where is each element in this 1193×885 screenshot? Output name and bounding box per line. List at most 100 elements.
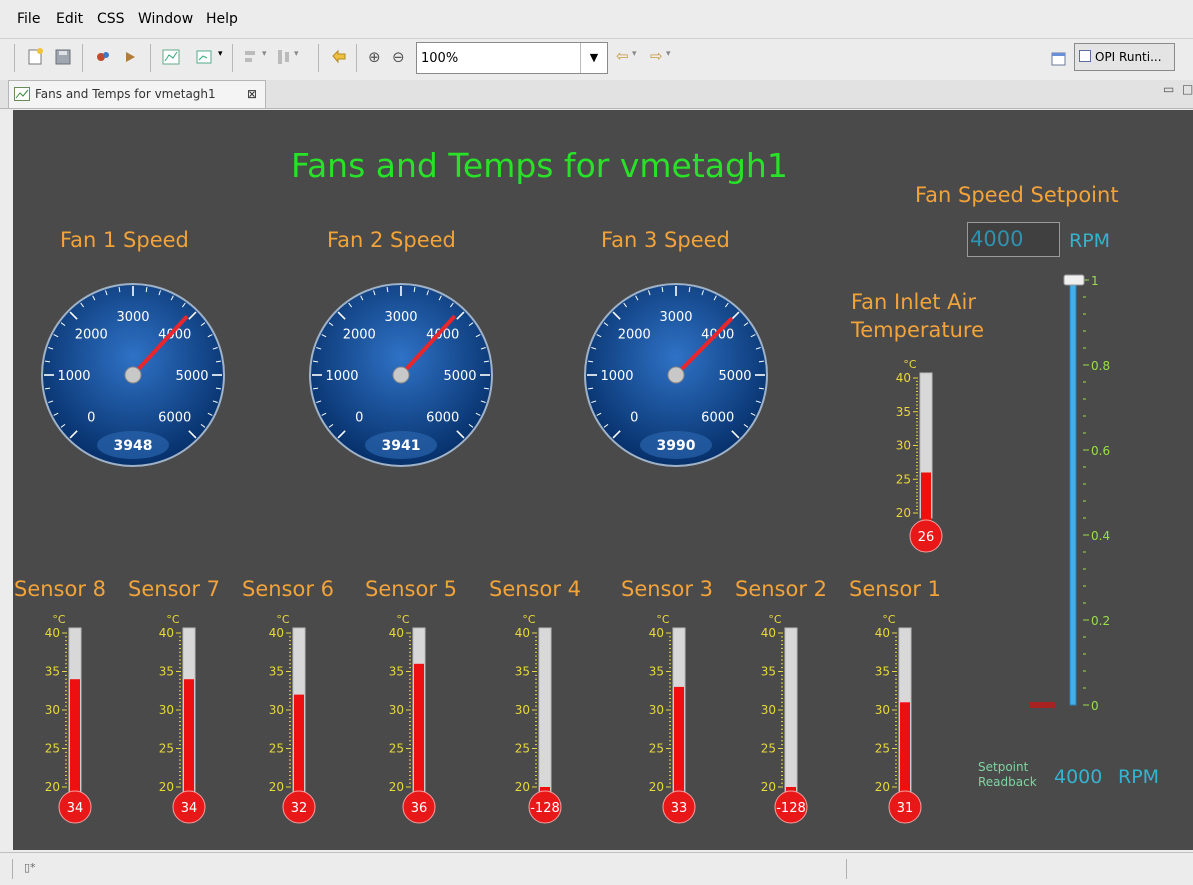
fan-3-gauge: 01000200030004000500060003990 [584, 283, 768, 467]
thermo-readout: -128 [776, 801, 806, 816]
slider-handle [1063, 274, 1085, 286]
dropdown-arrow-icon[interactable]: ▾ [666, 49, 671, 59]
distribute-icon[interactable] [272, 46, 294, 68]
slider-tick-label: 0.4 [1091, 529, 1110, 543]
gauge-readout: 3990 [657, 438, 696, 454]
thermo-fill [414, 663, 424, 796]
chart-icon[interactable] [160, 46, 182, 68]
thermo-tick-label: 40 [649, 626, 664, 640]
forward-icon[interactable]: ⇨ [650, 47, 663, 65]
dropdown-arrow-icon[interactable]: ▾ [632, 49, 637, 59]
toolbar-separator [150, 44, 151, 72]
thermo-tick-label: 20 [269, 780, 284, 794]
zoom-in-icon[interactable]: ⊕ [368, 48, 381, 66]
gauge-tick-label: 3000 [116, 310, 149, 325]
gauge-tick-label: 5000 [718, 369, 751, 384]
gauge-tick-label: 1000 [57, 369, 90, 384]
slider-tick-label: 1 [1091, 274, 1099, 288]
thermo-tick-label: 20 [159, 780, 174, 794]
thermo-readout: 36 [411, 801, 428, 816]
zoom-input[interactable] [417, 43, 583, 73]
thermo-unit: °C [656, 613, 670, 626]
thermo-unit: °C [396, 613, 410, 626]
sensor-4-label: Sensor 4 [489, 577, 582, 601]
menu-edit[interactable]: Edit [56, 11, 83, 27]
page-title: Fans and Temps for vmetagh1 [291, 146, 788, 185]
new-file-icon[interactable] [24, 46, 46, 68]
menu-help[interactable]: Help [206, 11, 238, 27]
menu-window[interactable]: Window [138, 11, 193, 27]
dropdown-arrow-icon[interactable]: ▾ [294, 49, 299, 59]
thermo-fill [674, 686, 684, 796]
thermo-tick-label: 30 [896, 439, 911, 453]
gauge-tick-label: 6000 [158, 411, 191, 426]
setpoint-input[interactable]: 4000 [967, 222, 1060, 257]
sensor-8-label: Sensor 8 [14, 577, 107, 601]
dropdown-arrow-icon[interactable]: ▾ [218, 49, 223, 59]
thermo-tick-label: 20 [389, 780, 404, 794]
sensor-1-label: Sensor 1 [849, 577, 942, 601]
opi-display: Fans and Temps for vmetagh1 Fan 1 Speed … [13, 110, 1193, 850]
zoom-out-icon[interactable]: ⊖ [392, 48, 405, 66]
align-icon[interactable] [240, 46, 262, 68]
menu-file[interactable]: File [17, 11, 40, 27]
thermo-tick-label: 25 [269, 742, 284, 756]
thermo-tick-label: 40 [159, 626, 174, 640]
thermo-fill [921, 472, 931, 522]
perspective-icon [1079, 50, 1091, 62]
inlet-title: Fan Inlet Air Temperature [851, 288, 984, 344]
thermo-tick-label: 20 [649, 780, 664, 794]
thermo-tick-label: 35 [649, 665, 664, 679]
sensor-4-thermometer: °C40 35 30 25 20-128 [515, 613, 562, 824]
thermo-tick-label: 30 [269, 703, 284, 717]
gauge-tick-label: 2000 [343, 327, 376, 342]
sensor-1-thermometer: °C40 35 30 25 20 31 [875, 613, 922, 824]
thermo-tick-label: 40 [761, 626, 776, 640]
gauge-readout: 3941 [382, 438, 421, 454]
gauge-tick-label: 1000 [325, 369, 358, 384]
perspective-button[interactable]: OPI Runti... [1074, 43, 1175, 71]
thermo-tick-label: 30 [761, 703, 776, 717]
fast-view-icon[interactable]: ▯* [24, 861, 36, 874]
gauge-tick-label: 0 [355, 411, 363, 426]
setpoint-slider[interactable]: 1 0.8 0.6 0.4 0.2 0 [1003, 260, 1123, 720]
thermo-tick-label: 20 [515, 780, 530, 794]
sensor-2-label: Sensor 2 [735, 577, 828, 601]
fan-3-label: Fan 3 Speed [601, 228, 730, 252]
tab-fans-and-temps[interactable]: Fans and Temps for vmetagh1 ⊠ [8, 80, 266, 108]
fan-2-label: Fan 2 Speed [327, 228, 456, 252]
menu-css[interactable]: CSS [97, 11, 125, 27]
gauge-tick-label: 5000 [175, 369, 208, 384]
dropdown-arrow-icon[interactable]: ▾ [262, 49, 267, 59]
gauge-tick-label: 1000 [600, 369, 633, 384]
readback-label-line1: Setpoint [978, 760, 1029, 774]
close-icon[interactable]: ⊠ [247, 81, 257, 107]
thermo-readout: -128 [530, 801, 560, 816]
opi-file-icon [14, 87, 30, 101]
toolbar-separator [232, 44, 233, 72]
thermo-unit: °C [52, 613, 66, 626]
thermo-tick-label: 35 [875, 665, 890, 679]
display-icon[interactable] [194, 46, 216, 68]
thermo-fill [184, 679, 194, 796]
perspective-label: OPI Runti... [1095, 50, 1162, 64]
thermo-tick-label: 25 [389, 742, 404, 756]
undo-icon[interactable] [328, 46, 350, 68]
thermo-tick-label: 25 [761, 742, 776, 756]
stop-icon[interactable] [120, 46, 142, 68]
run-icon[interactable] [92, 46, 114, 68]
zoom-dropdown-icon[interactable]: ▼ [580, 43, 607, 73]
thermo-tick-label: 30 [389, 703, 404, 717]
zoom-combo[interactable]: ▼ [416, 42, 608, 74]
thermo-tick-label: 35 [761, 665, 776, 679]
thermo-readout: 34 [181, 801, 198, 816]
maximize-icon[interactable]: □ [1182, 82, 1193, 96]
minimize-icon[interactable]: ▭ [1163, 82, 1174, 96]
thermo-tube [538, 627, 552, 793]
thermo-tick-label: 30 [159, 703, 174, 717]
open-perspective-icon[interactable] [1048, 48, 1070, 70]
gauge-tick-label: 6000 [426, 411, 459, 426]
save-icon[interactable] [52, 46, 74, 68]
setpoint-value: 4000 [970, 227, 1024, 251]
back-icon[interactable]: ⇦ [616, 47, 629, 65]
